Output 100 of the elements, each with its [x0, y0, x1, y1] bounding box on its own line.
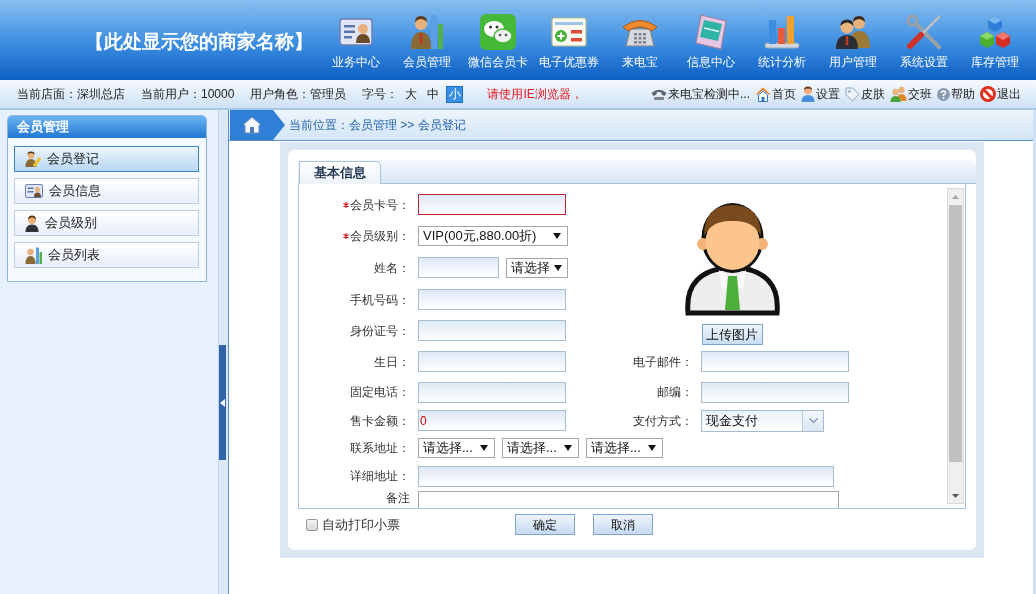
text-input[interactable]: [418, 289, 566, 310]
nav-item[interactable]: 会员管理: [391, 0, 462, 80]
person-icon: [25, 214, 39, 232]
chevron-icon: [808, 418, 818, 423]
nav-item[interactable]: 来电宝: [604, 0, 675, 80]
caret-icon: [553, 232, 561, 239]
dropdown-select[interactable]: 请选择...: [586, 437, 663, 458]
upload-image-button[interactable]: 上传图片: [701, 324, 763, 345]
logout-link[interactable]: 退出: [980, 85, 1021, 103]
scrollbar[interactable]: [947, 188, 964, 504]
text-input[interactable]: [701, 351, 849, 372]
help-icon: [937, 87, 950, 101]
field-label: 固定电话：: [350, 385, 410, 399]
current-store-text: 当前店面：深圳总店: [17, 86, 125, 103]
field-label: 电子邮件：: [633, 354, 693, 369]
phone-status-link[interactable]: 来电宝检测中...: [651, 85, 750, 103]
nav-item[interactable]: 统计分析: [746, 0, 817, 80]
home-link[interactable]: 首页: [755, 85, 796, 103]
field-label: 联系地址：: [350, 440, 410, 455]
text-input[interactable]: [418, 257, 499, 278]
sidebar-item[interactable]: 会员信息: [14, 178, 199, 204]
dropdown-select[interactable]: 请选择: [506, 257, 568, 278]
caret-icon: [480, 444, 488, 451]
nav-item[interactable]: 库存管理: [959, 0, 1030, 80]
dropdown-select[interactable]: VIP(00元,880.00折): [418, 225, 568, 246]
sidebar-item[interactable]: 会员级别: [14, 210, 199, 236]
caret-icon: [648, 444, 656, 451]
chat-bubbles-icon: [479, 13, 516, 50]
coupon-icon: [550, 16, 587, 47]
tablet-icon: [694, 13, 727, 50]
confirm-button[interactable]: 确定: [515, 514, 575, 535]
checkbox-label: 自动打印小票: [322, 515, 400, 534]
help-link[interactable]: 帮助: [937, 85, 975, 103]
nav-item[interactable]: 微信会员卡: [462, 0, 533, 80]
required-asterisk-icon: [343, 201, 349, 208]
field-label: 姓名：: [374, 260, 410, 275]
text-input[interactable]: [701, 381, 849, 403]
bar-chart-icon: [763, 14, 800, 49]
browser-notice: 请使用IE浏览器，: [487, 86, 583, 103]
checkbox[interactable]: [306, 518, 318, 531]
cancel-button[interactable]: 取消: [593, 514, 653, 535]
field-label: 详细地址：: [350, 469, 410, 483]
font-size-option[interactable]: 大: [402, 85, 420, 103]
dropdown-select[interactable]: 现金支付: [701, 409, 824, 432]
required-asterisk-icon: [343, 232, 349, 239]
phone-icon: [651, 88, 667, 100]
no-entry-icon: [980, 86, 996, 102]
nav-item[interactable]: 系统设置: [888, 0, 959, 80]
user-icon: [801, 86, 815, 102]
tab[interactable]: 基本信息: [299, 161, 381, 184]
nav-item[interactable]: 信息中心: [675, 0, 746, 80]
people-icon: [834, 14, 871, 49]
splitter-handle[interactable]: [219, 345, 226, 460]
sidebar-title: 会员管理: [8, 116, 206, 138]
merchant-title: 【此处显示您的商家名称】: [85, 30, 313, 54]
skin-link[interactable]: 皮肤: [845, 85, 885, 103]
field-label: 会员级别：: [350, 228, 410, 243]
home-icon: [755, 86, 771, 102]
handover-link[interactable]: 交班: [890, 85, 932, 103]
field-label: 手机号码：: [350, 292, 410, 307]
nav-item[interactable]: 用户管理: [817, 0, 888, 80]
up-arrow-icon: [952, 194, 959, 199]
text-input[interactable]: [418, 351, 566, 372]
settings-link[interactable]: 设置: [801, 85, 840, 103]
field-label: 备注: [386, 491, 410, 505]
tag-icon: [845, 86, 860, 102]
sidebar-item[interactable]: 会员列表: [14, 242, 199, 268]
text-input[interactable]: [418, 320, 566, 341]
caret-icon: [564, 444, 572, 451]
current-user-text: 当前用户：10000: [141, 86, 235, 103]
textarea-field[interactable]: [418, 491, 839, 508]
caret-icon: [554, 264, 562, 271]
collapse-arrow-icon: [220, 398, 225, 407]
breadcrumb-text: 当前位置：会员管理 >> 会员登记: [289, 117, 466, 134]
user-role-text: 用户角色：管理员: [250, 86, 347, 103]
person-chart-icon: [409, 13, 444, 50]
field-label: 身份证号：: [350, 323, 410, 338]
dropdown-select[interactable]: 请选择...: [502, 437, 579, 458]
down-arrow-icon: [952, 493, 959, 498]
dropdown-button[interactable]: [802, 410, 823, 431]
nav-item[interactable]: 业务中心: [320, 0, 391, 80]
tools-icon: [905, 13, 942, 50]
text-input[interactable]: [418, 381, 566, 403]
font-size-label: 字号：: [362, 86, 399, 103]
text-input[interactable]: 0: [418, 410, 566, 431]
font-size-option[interactable]: 中: [424, 85, 442, 103]
sidebar-item[interactable]: 会员登记: [14, 146, 199, 172]
person-chart-icon: [25, 246, 42, 264]
field-label: 邮编：: [657, 385, 693, 399]
person-pencil-icon: [25, 151, 41, 167]
text-input[interactable]: [418, 465, 834, 487]
scroll-thumb[interactable]: [949, 205, 962, 462]
field-label: 售卡金额：: [350, 413, 410, 428]
text-input[interactable]: [418, 194, 566, 215]
people-icon: [890, 86, 907, 102]
id-card-icon: [338, 17, 373, 46]
home-icon[interactable]: [230, 110, 285, 140]
nav-item[interactable]: 电子优惠券: [533, 0, 604, 80]
dropdown-select[interactable]: 请选择...: [418, 437, 495, 458]
field-label: 生日：: [374, 354, 410, 369]
